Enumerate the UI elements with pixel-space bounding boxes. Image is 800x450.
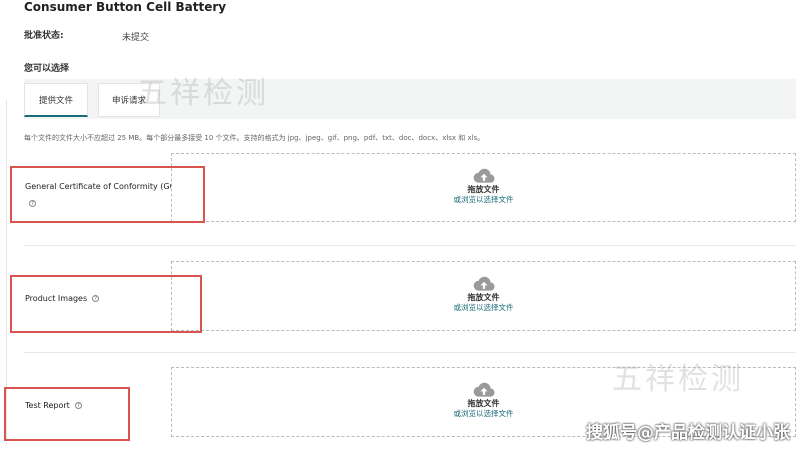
cloud-upload-icon [473,276,495,291]
choose-label: 您可以选择 [24,64,70,74]
dropzone-gcc[interactable]: 拖放文件 或浏览以选择文件 [171,153,796,222]
browse-link[interactable]: 或浏览以选择文件 [454,195,514,205]
highlight-box-product-images [10,275,202,333]
highlight-box-test-report [4,387,130,441]
approval-status-value: 未提交 [122,33,150,43]
dropzone-product-images[interactable]: 拖放文件 或浏览以选择文件 [171,261,796,331]
approval-status-label: 批准状态: [24,31,64,41]
upload-hint: 每个文件的文件大小不应超过 25 MB。每个部分最多接受 10 个文件。支持的格… [24,134,485,142]
browse-link[interactable]: 或浏览以选择文件 [454,303,514,313]
divider [24,245,796,246]
highlight-box-gcc [10,166,205,223]
drop-title: 拖放文件 [467,399,500,408]
browse-link[interactable]: 或浏览以选择文件 [454,409,514,419]
watermark-corner: 搜狐号@产品检测认证小张 [586,423,790,443]
watermark-center-2: 五祥检测 [612,362,744,397]
tab-provide-files[interactable]: 提供文件 [24,83,88,117]
watermark-center: 五祥检测 [137,76,269,111]
cloud-upload-icon [473,168,495,183]
page-title: Consumer Button Cell Battery [24,0,227,14]
drop-title: 拖放文件 [467,293,500,302]
divider [24,352,796,353]
drop-title: 拖放文件 [467,185,500,194]
cloud-upload-icon [473,382,495,397]
